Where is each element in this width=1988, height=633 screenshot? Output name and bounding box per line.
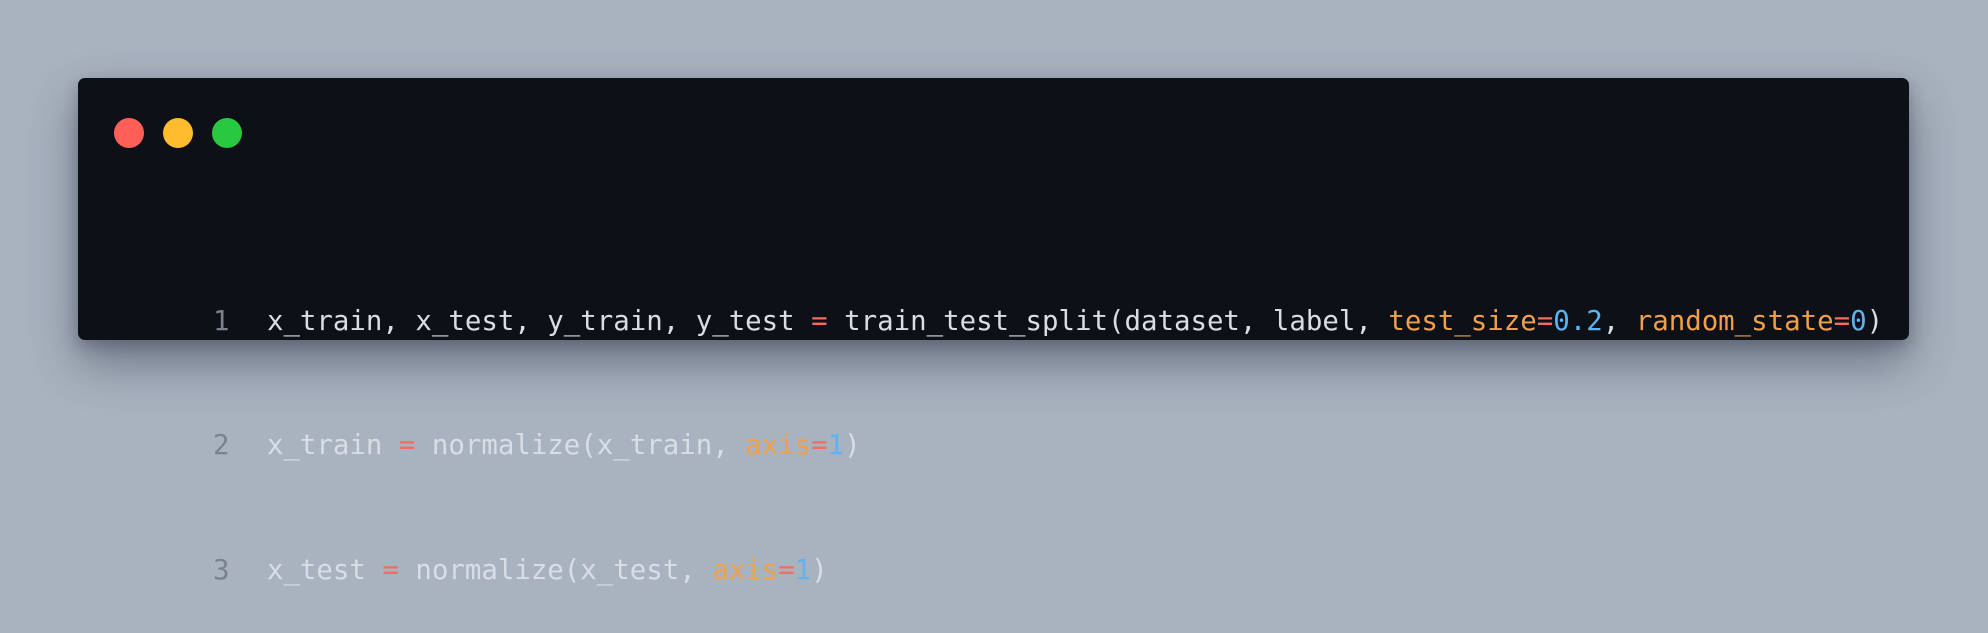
maximize-button[interactable] bbox=[212, 118, 242, 148]
code-token: ) bbox=[1866, 305, 1884, 337]
code-token: = bbox=[1536, 305, 1554, 337]
code-token: 0 bbox=[1850, 305, 1867, 337]
code-line: 3 x_test = normalize(x_test, axis=1) bbox=[114, 508, 1883, 586]
code-token: normalize(x_train, bbox=[415, 430, 746, 461]
close-button[interactable] bbox=[114, 118, 144, 148]
code-line: 2 x_train = normalize(x_train, axis=1) bbox=[114, 384, 1883, 461]
code-token: x_train, x_test, y_train, y_test bbox=[266, 305, 812, 337]
code-token: axis bbox=[712, 554, 779, 586]
code-token: 1 bbox=[794, 554, 812, 586]
code-token: x_test bbox=[266, 554, 383, 586]
code-token: = bbox=[382, 554, 399, 586]
code-token: 1 bbox=[827, 430, 845, 461]
code-token: 0.2 bbox=[1553, 305, 1603, 337]
line-number: 3 bbox=[212, 554, 230, 586]
line-content: x_train = normalize(x_train, axis=1) bbox=[267, 430, 861, 461]
code-token: = bbox=[811, 430, 828, 461]
window-controls bbox=[114, 118, 242, 148]
code-token: = bbox=[1833, 305, 1851, 337]
code-token: , bbox=[1602, 305, 1636, 337]
code-token: test_size bbox=[1388, 305, 1537, 337]
line-number: 1 bbox=[212, 305, 230, 337]
code-token: axis bbox=[745, 430, 812, 461]
code-line: 1 x_train, x_test, y_train, y_test = trai… bbox=[114, 259, 1883, 337]
code-token: train_test_split(dataset, label, bbox=[827, 305, 1389, 337]
code-token: random_state bbox=[1635, 305, 1834, 337]
code-block: 1 x_train, x_test, y_train, y_test = trai… bbox=[114, 176, 1883, 633]
line-number: 2 bbox=[212, 430, 230, 461]
code-token: = bbox=[778, 554, 795, 586]
code-token: normalize(x_test, bbox=[398, 554, 713, 586]
line-content: x_train, x_test, y_train, y_test = train… bbox=[267, 306, 1883, 337]
code-token: x_train bbox=[266, 430, 399, 461]
code-token: = bbox=[398, 430, 416, 461]
code-token: = bbox=[811, 305, 828, 337]
code-token: ) bbox=[844, 430, 861, 461]
code-token: ) bbox=[811, 554, 828, 586]
line-content: x_test = normalize(x_test, axis=1) bbox=[267, 555, 828, 586]
minimize-button[interactable] bbox=[163, 118, 193, 148]
code-window: 1 x_train, x_test, y_train, y_test = trai… bbox=[78, 78, 1909, 586]
